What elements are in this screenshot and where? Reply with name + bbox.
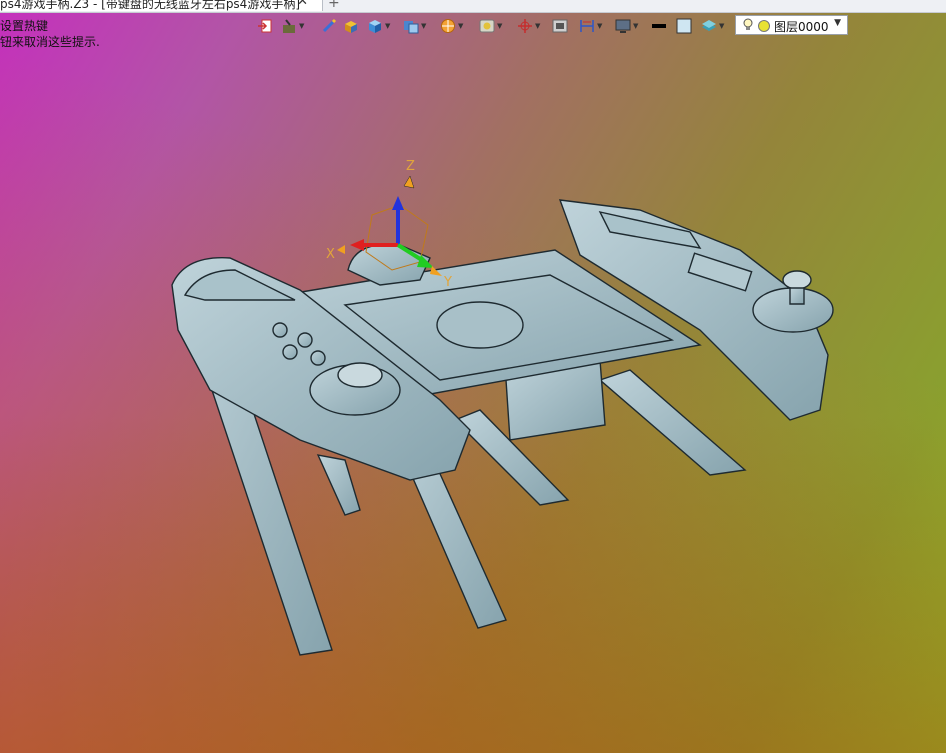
left-button-2: [297, 332, 313, 348]
right-thumbstick-stem: [789, 287, 805, 305]
tablet-center-oval: [436, 301, 524, 349]
y-axis-label: Y: [443, 275, 452, 290]
left-foot-hook: [316, 454, 361, 516]
left-thumbstick-cap: [337, 362, 383, 388]
x-direction-cone: [337, 245, 345, 254]
z-axis-label: Z: [406, 159, 415, 174]
left-button-1: [272, 322, 288, 338]
rear-hoop: [347, 243, 431, 286]
z-axis-head: [392, 196, 404, 210]
model-viewport[interactable]: Z X Y: [0, 0, 946, 753]
right-strut: [598, 369, 747, 476]
left-button-4: [282, 344, 298, 360]
x-axis-head: [350, 239, 364, 251]
left-button-3: [310, 350, 326, 366]
z-direction-cone: [403, 175, 415, 189]
right-thumbstick-cap: [782, 270, 812, 290]
x-axis-label: X: [326, 247, 335, 262]
gamepad-model[interactable]: [171, 199, 834, 656]
